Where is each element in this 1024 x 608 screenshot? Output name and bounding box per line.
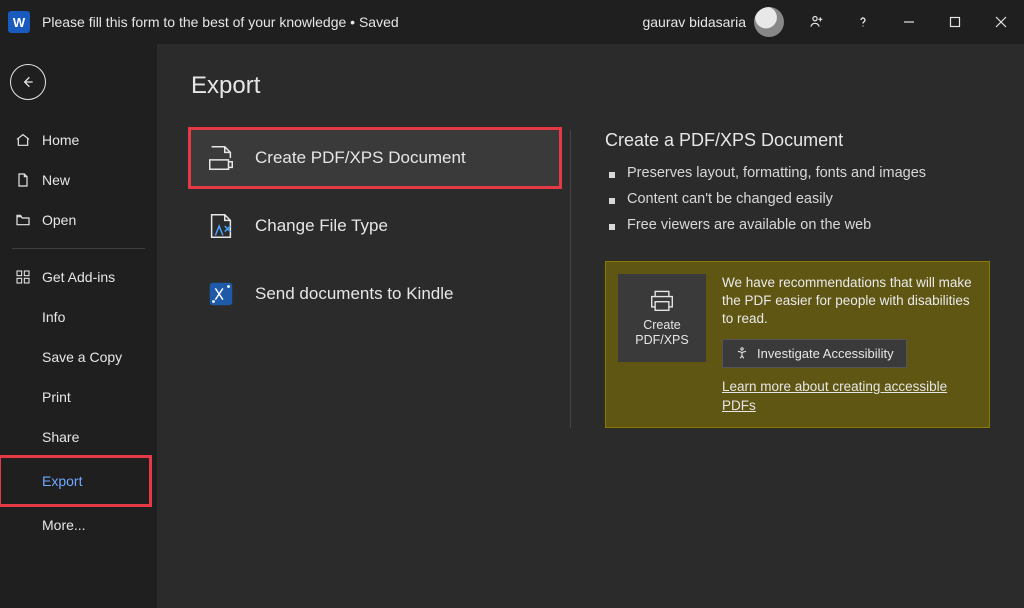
nav-label: Export [42, 473, 82, 489]
big-button-line1: Create [643, 318, 681, 332]
nav-export[interactable]: Export [0, 457, 150, 505]
big-button-line2: PDF/XPS [635, 333, 689, 347]
nav-info[interactable]: Info [0, 297, 157, 337]
help-icon[interactable] [840, 0, 886, 44]
word-app-icon: W [8, 11, 30, 33]
new-doc-icon [14, 172, 32, 188]
nav-label: Share [42, 429, 79, 445]
nav-label: Open [42, 212, 76, 228]
folder-open-icon [14, 212, 32, 228]
nav-save-a-copy[interactable]: Save a Copy [0, 337, 157, 377]
backstage-sidebar: Home New Open Get Add-ins Info Save a Co… [0, 44, 157, 608]
nav-separator [12, 248, 145, 249]
avatar[interactable] [754, 7, 784, 37]
option-label: Change File Type [255, 216, 388, 236]
detail-bullets: Preserves layout, formatting, fonts and … [605, 165, 990, 233]
option-change-file-type[interactable]: Change File Type [191, 198, 560, 254]
accessibility-icon [735, 346, 749, 360]
nav-label: Get Add-ins [42, 269, 115, 285]
change-filetype-icon [205, 210, 237, 242]
back-button[interactable] [10, 64, 46, 100]
page-title: Export [191, 72, 990, 100]
detail-bullet: Preserves layout, formatting, fonts and … [605, 165, 990, 181]
nav-label: New [42, 172, 70, 188]
nav-home[interactable]: Home [0, 120, 157, 160]
user-name: gaurav bidasaria [642, 14, 746, 30]
option-label: Create PDF/XPS Document [255, 148, 466, 168]
investigate-accessibility-button[interactable]: Investigate Accessibility [722, 339, 907, 368]
accessibility-callout: Create PDF/XPS We have recommendations t… [605, 261, 990, 428]
detail-bullet: Content can't be changed easily [605, 191, 990, 207]
nav-open[interactable]: Open [0, 200, 157, 240]
nav-label: More... [42, 517, 86, 533]
nav-label: Info [42, 309, 65, 325]
export-detail-column: Create a PDF/XPS Document Preserves layo… [605, 130, 990, 428]
option-send-kindle[interactable]: Send documents to Kindle [191, 266, 560, 322]
detail-heading: Create a PDF/XPS Document [605, 130, 990, 151]
content-area: Export Create PDF/XPS Document Change Fi… [157, 44, 1024, 608]
callout-text: We have recommendations that will make t… [722, 274, 977, 329]
learn-more-link[interactable]: Learn more about creating accessible PDF… [722, 378, 977, 416]
export-options-column: Create PDF/XPS Document Change File Type… [191, 130, 571, 428]
window-minimize-button[interactable] [886, 0, 932, 44]
nav-get-addins[interactable]: Get Add-ins [0, 257, 157, 297]
option-label: Send documents to Kindle [255, 284, 453, 304]
nav-label: Print [42, 389, 71, 405]
account-manager-icon[interactable] [794, 0, 840, 44]
create-pdf-xps-button[interactable]: Create PDF/XPS [618, 274, 706, 362]
nav-more[interactable]: More... [0, 505, 157, 545]
kindle-icon [205, 278, 237, 310]
window-close-button[interactable] [978, 0, 1024, 44]
detail-bullet: Free viewers are available on the web [605, 217, 990, 233]
document-title: Please fill this form to the best of you… [42, 14, 399, 30]
addins-icon [14, 269, 32, 285]
nav-share[interactable]: Share [0, 417, 157, 457]
pdf-export-icon [205, 142, 237, 174]
nav-print[interactable]: Print [0, 377, 157, 417]
investigate-label: Investigate Accessibility [757, 346, 894, 361]
nav-label: Home [42, 132, 79, 148]
window-restore-button[interactable] [932, 0, 978, 44]
nav-label: Save a Copy [42, 349, 122, 365]
nav-new[interactable]: New [0, 160, 157, 200]
option-create-pdf-xps[interactable]: Create PDF/XPS Document [191, 130, 559, 186]
titlebar: W Please fill this form to the best of y… [0, 0, 1024, 44]
home-icon [14, 132, 32, 148]
